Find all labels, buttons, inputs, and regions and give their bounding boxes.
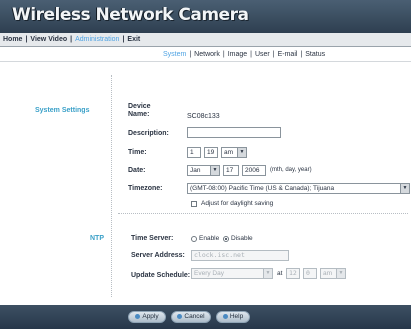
- nav-view-video[interactable]: View Video: [30, 33, 67, 46]
- time-label: Time:: [128, 149, 147, 156]
- nav-administration[interactable]: Administration: [75, 33, 119, 46]
- date-day-input[interactable]: 17: [223, 165, 239, 176]
- device-name-label: Device Name:: [128, 103, 151, 118]
- date-format-hint: (mth, day, year): [270, 167, 312, 173]
- tab-email[interactable]: E-mail: [278, 48, 298, 61]
- chevron-down-icon: ▼: [210, 166, 219, 175]
- time-hour-input[interactable]: 1: [187, 147, 201, 158]
- chevron-down-icon: ▼: [400, 184, 409, 193]
- main-nav: Home | View Video | Administration | Exit: [0, 33, 411, 47]
- cancel-button[interactable]: Cancel: [171, 311, 211, 323]
- daylight-saving-checkbox[interactable]: [191, 201, 197, 207]
- update-hour-input[interactable]: 12: [286, 268, 300, 279]
- section-divider: [118, 213, 408, 214]
- update-ampm-select[interactable]: am ▼: [320, 268, 346, 279]
- footer-bar: Apply Cancel Help: [0, 305, 411, 329]
- time-ampm-select[interactable]: am ▼: [221, 147, 247, 158]
- server-address-input[interactable]: clock.isc.net: [191, 250, 289, 261]
- device-name-value: SC08c133: [187, 113, 220, 120]
- tab-user[interactable]: User: [255, 48, 270, 61]
- timezone-label: Timezone:: [128, 185, 163, 192]
- date-label: Date:: [128, 167, 146, 174]
- description-input[interactable]: [187, 127, 281, 138]
- dot-icon: [222, 313, 228, 319]
- header-banner: Wireless Network Camera: [0, 0, 411, 33]
- settings-content: System Settings Device Name: SC08c133 De…: [0, 63, 411, 305]
- description-label: Description:: [128, 130, 169, 137]
- tab-image[interactable]: Image: [228, 48, 247, 61]
- time-server-disable-label: Disable: [231, 235, 253, 242]
- tab-status[interactable]: Status: [305, 48, 325, 61]
- time-server-disable-radio[interactable]: [223, 236, 229, 242]
- app-logo-title: Wireless Network Camera: [12, 5, 249, 25]
- date-month-select[interactable]: Jan ▼: [187, 165, 220, 176]
- daylight-saving-label: Adjust for daylight saving: [201, 200, 274, 207]
- time-server-enable-label: Enable: [199, 235, 220, 242]
- section-label-system-settings: System Settings: [35, 107, 90, 114]
- chevron-down-icon: ▼: [263, 269, 272, 278]
- tab-system[interactable]: System: [163, 48, 186, 61]
- tab-network[interactable]: Network: [194, 48, 220, 61]
- help-button[interactable]: Help: [216, 311, 250, 323]
- chevron-down-icon: ▼: [237, 148, 246, 157]
- time-minute-input[interactable]: 19: [204, 147, 218, 158]
- time-server-label: Time Server:: [131, 235, 174, 242]
- date-year-input[interactable]: 2006: [242, 165, 266, 176]
- dot-icon: [177, 313, 183, 319]
- sub-nav: System | Network | Image | User | E-mail | Status: [0, 48, 411, 62]
- apply-button[interactable]: Apply: [128, 311, 166, 323]
- update-schedule-label: Update Schedule:: [131, 272, 191, 279]
- time-server-enable-radio[interactable]: [191, 236, 197, 242]
- update-at-label: at: [277, 270, 283, 277]
- nav-exit[interactable]: Exit: [127, 33, 140, 46]
- server-address-label: Server Address:: [131, 252, 185, 259]
- timezone-select[interactable]: (GMT-08:00) Pacific Time (US & Canada); …: [187, 183, 410, 194]
- update-minute-input[interactable]: 0: [303, 268, 317, 279]
- nav-home[interactable]: Home: [3, 33, 22, 46]
- dot-icon: [135, 313, 141, 319]
- update-schedule-select[interactable]: Every Day ▼: [191, 268, 273, 279]
- section-label-ntp: NTP: [90, 235, 104, 242]
- chevron-down-icon: ▼: [336, 269, 345, 278]
